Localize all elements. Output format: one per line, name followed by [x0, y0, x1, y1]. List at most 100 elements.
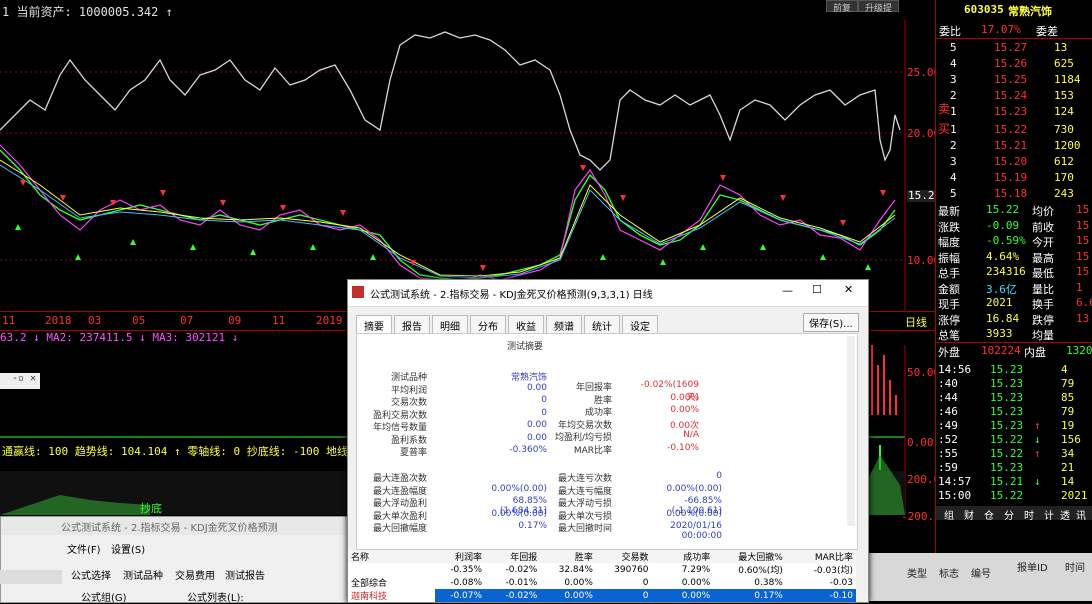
table-header[interactable]: 成功率 — [652, 550, 714, 563]
fuquan-button[interactable]: 前复 — [826, 0, 859, 14]
table-cell: -0.02% — [505, 564, 538, 575]
tick-volume: 19 — [1061, 419, 1075, 432]
ask-row[interactable]: 2 15.24 153 — [936, 88, 1092, 104]
bid-price: 15.22 — [994, 123, 1028, 136]
tab-fen[interactable]: 分 — [1004, 507, 1014, 522]
tick-arrow: ↑ — [1034, 419, 1041, 432]
save-button[interactable]: 保存(S)... — [803, 313, 859, 332]
tick-volume: 85 — [1061, 391, 1075, 404]
table-header[interactable]: 最大回撤% — [713, 550, 786, 563]
table-row[interactable]: -0.35% -0.02% 32.84% 390760 7.29% 0.60%(均) -0.… — [348, 563, 856, 577]
maximize-icon[interactable]: ☐ — [812, 283, 822, 296]
summary-label: 胜率 — [593, 395, 612, 406]
bid-row[interactable]: 5 15.18 243 — [936, 186, 1092, 202]
ask-level: 2 — [950, 89, 957, 102]
table-header[interactable]: 利润率 — [435, 550, 485, 563]
col-order-id: 报单ID — [1017, 563, 1048, 574]
bid-price: 15.20 — [994, 155, 1028, 168]
tab-fees[interactable]: 交易费用 — [175, 567, 215, 582]
stat-row: 总笔 3933 均量 — [936, 326, 1092, 342]
tab-test-report[interactable]: 测试报告 — [225, 567, 265, 582]
summary-value: 0 — [541, 395, 547, 405]
tab-xun[interactable]: 讯 — [1076, 507, 1086, 522]
table-header[interactable]: 年回报 — [485, 550, 540, 563]
summary-label: MAR比率 — [573, 445, 612, 456]
formula-test-dialog-back: 公式测试系统 - 2.指标交易 - KDJ金死叉价格预测 文件(F) 设置(S)… — [0, 516, 354, 604]
bid-level: 1 — [950, 123, 957, 136]
tick-price: 15.23 — [990, 419, 1024, 432]
tab-cai[interactable]: 财 — [964, 507, 974, 522]
stat-label: 均量 — [1032, 329, 1054, 342]
scrollbar[interactable] — [847, 336, 855, 526]
dialog-title: 公式测试系统 - 2.指标交易 - KDJ金死叉价格预测 — [1, 517, 353, 535]
minimize-icon[interactable]: — — [782, 284, 793, 297]
ask-row[interactable]: 1 15.23 124 — [936, 104, 1092, 120]
quote-panel: 603035 常熟汽饰 委比 17.07% 委差 5 15.27 13 4 15.26 6… — [935, 0, 1092, 601]
tick-price: 15.23 — [990, 363, 1024, 376]
ask-row[interactable]: 3 15.25 1184 — [936, 72, 1092, 88]
stat-row: 涨停 16.84 跌停 13 — [936, 311, 1092, 327]
tab-shi[interactable]: 时 — [1024, 507, 1034, 522]
table-header[interactable]: 交易数 — [596, 550, 652, 563]
kline-chart[interactable] — [0, 20, 935, 310]
bid-volume: 170 — [1054, 171, 1074, 184]
tab-formula-select[interactable]: 公式选择 — [71, 567, 111, 582]
ma-readout: 63.2 ↓ MA2: 237411.5 ↓ MA3: 302121 ↓ — [0, 331, 239, 344]
tab-ji[interactable]: 计 — [1044, 507, 1054, 522]
bid-row[interactable]: 3 15.20 612 — [936, 154, 1092, 170]
menu-file[interactable]: 文件(F) — [67, 541, 101, 556]
bottom-left-value — [0, 570, 62, 584]
mini-window[interactable]: -▫ ✕ — [0, 373, 40, 389]
summary-value: 常熟汽饰 — [510, 373, 547, 383]
ask-row[interactable]: 4 15.26 625 — [936, 56, 1092, 72]
table-header[interactable]: MAR比率 — [786, 550, 856, 563]
table-header[interactable]: 名称 — [348, 550, 435, 563]
tab-zu[interactable]: 组 — [944, 507, 954, 522]
col-number: 编号 — [971, 569, 991, 580]
time-label: 11 — [272, 314, 286, 327]
table-header[interactable]: 胜率 — [540, 550, 596, 563]
tab-cang[interactable]: 仓 — [984, 507, 994, 522]
inner-value: 1320 — [1066, 344, 1092, 357]
summary-label: 最大回撤时间 — [557, 524, 612, 534]
summary-value: 0.00%(0.00) — [491, 483, 547, 494]
upgrade-button[interactable]: 升级提 — [858, 0, 900, 14]
bid-level: 2 — [950, 139, 957, 152]
summary-value: 0.00% — [670, 392, 699, 403]
summary-value: 0.00% — [670, 405, 699, 415]
table-row[interactable]: 迦南科技 -0.07% -0.02% 0.00% 0 0.00% 0.17% -0.10 — [348, 589, 856, 602]
results-table: 名称 利润率 年回报 胜率 交易数 成功率 最大回撤% MAR比率 -0.35% -0.02% 32… — [348, 550, 856, 602]
ask-level: 5 — [950, 41, 957, 54]
summary-label: 最大连盈次数 — [372, 474, 427, 484]
summary-label: 测试品种 — [390, 373, 427, 383]
stat-label: 总笔 — [938, 329, 960, 342]
tab-test-symbol[interactable]: 测试品种 — [123, 567, 163, 582]
ma-line-blue — [0, 164, 896, 279]
summary-label: 最大单次亏损 — [557, 511, 612, 522]
table-cell: -0.07% — [450, 590, 483, 601]
dialog-titlebar[interactable]: 公式测试系统 - 2.指标交易 - KDJ金死叉价格预测(9,3,3,1) 日线… — [348, 280, 868, 307]
bid-row[interactable]: 1 15.22 730 — [936, 122, 1092, 138]
bid-row[interactable]: 2 15.21 1200 — [936, 138, 1092, 154]
summary-label: 盈利系数 — [390, 435, 427, 446]
table-cell: 0 — [642, 577, 649, 588]
inner-label: 内盘 — [1024, 346, 1046, 359]
stat-value: 15 — [1076, 203, 1090, 216]
table-cell: -0.35% — [450, 564, 483, 575]
summary-value: 0.00 — [526, 432, 547, 443]
close-icon[interactable]: ✕ — [844, 283, 853, 296]
bid-row[interactable]: 4 15.19 170 — [936, 170, 1092, 186]
time-label: 05 — [132, 314, 146, 327]
formula-test-dialog: 公式测试系统 - 2.指标交易 - KDJ金死叉价格预测(9,3,3,1) 日线… — [347, 279, 869, 603]
tick-time: :46 — [938, 405, 958, 418]
menu-settings[interactable]: 设置(S) — [111, 541, 145, 556]
ask-row[interactable]: 5 15.27 13 — [936, 40, 1092, 56]
tab-tou[interactable]: 透 — [1060, 507, 1070, 522]
tick-volume: 34 — [1061, 447, 1075, 460]
summary-value: 0 — [716, 471, 722, 481]
tick-time: :49 — [938, 419, 958, 432]
bid-price: 15.19 — [994, 171, 1028, 184]
ask-volume: 1184 — [1054, 73, 1081, 86]
stat-value: 16.84 — [986, 311, 1020, 325]
table-row[interactable]: 全部综合 -0.08% -0.01% 0.00% 0 0.00% 0.38% -0.03 — [348, 576, 856, 590]
